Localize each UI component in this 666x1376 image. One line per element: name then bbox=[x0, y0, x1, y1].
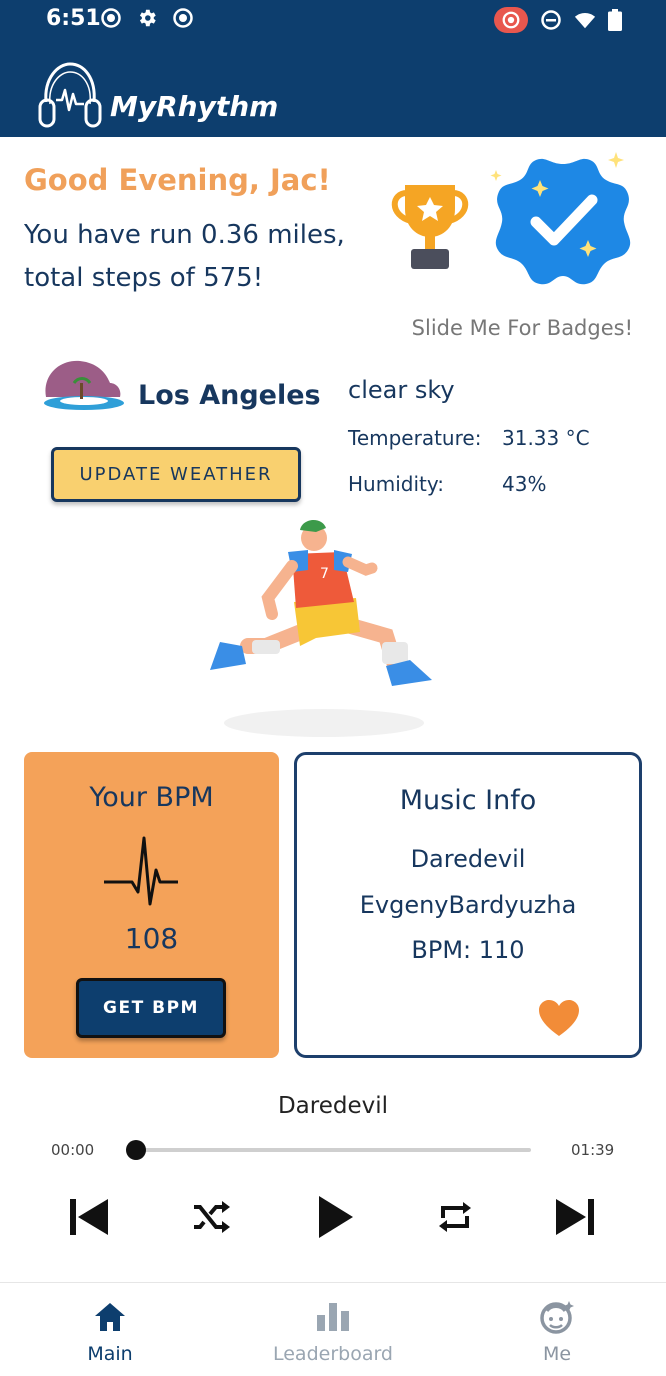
headphones-logo-icon bbox=[38, 62, 102, 128]
do-not-disturb-icon bbox=[541, 10, 561, 30]
gear-icon bbox=[139, 9, 156, 27]
temperature-row: Temperature: 31.33 °C bbox=[348, 426, 590, 450]
nav-item-leaderboard[interactable]: Leaderboard bbox=[253, 1283, 413, 1376]
shuffle-button[interactable] bbox=[188, 1194, 234, 1240]
previous-button[interactable] bbox=[66, 1194, 112, 1240]
run-summary: You have run 0.36 miles, total steps of … bbox=[24, 220, 345, 293]
nav-item-me[interactable]: Me bbox=[477, 1283, 637, 1376]
face-icon bbox=[540, 1301, 574, 1334]
wifi-icon bbox=[574, 12, 596, 29]
play-button[interactable] bbox=[312, 1194, 358, 1240]
music-info-title: Music Info bbox=[399, 785, 537, 816]
app-title: MyRhythm bbox=[110, 90, 279, 123]
temperature-value: 31.33 °C bbox=[502, 426, 590, 450]
humidity-row: Humidity: 43% bbox=[348, 472, 546, 496]
screen-record-icon bbox=[494, 7, 528, 33]
weather-condition: clear sky bbox=[348, 376, 455, 404]
temperature-label: Temperature: bbox=[348, 426, 482, 450]
slide-badges-hint: Slide Me For Badges! bbox=[411, 316, 633, 340]
nav-item-main[interactable]: Main bbox=[30, 1283, 190, 1376]
get-bpm-button[interactable]: GET BPM bbox=[76, 978, 226, 1038]
runner-illustration: 7 bbox=[210, 519, 432, 737]
bar-chart-icon bbox=[317, 1303, 349, 1331]
bottom-nav: Main Leaderboard Me bbox=[0, 1282, 666, 1376]
status-time: 6:51 bbox=[46, 6, 101, 31]
greeting-title: Good Evening, Jac! bbox=[24, 163, 331, 197]
next-button[interactable] bbox=[552, 1194, 598, 1240]
music-song: Daredevil bbox=[410, 845, 526, 873]
home-icon bbox=[95, 1303, 125, 1331]
humidity-label: Humidity: bbox=[348, 472, 444, 496]
shuffle-icon bbox=[194, 1201, 230, 1233]
heart-icon[interactable] bbox=[537, 998, 581, 1038]
seek-thumb[interactable] bbox=[126, 1140, 146, 1160]
music-info-card: Music Info Daredevil EvgenyBardyuzha BPM… bbox=[294, 752, 642, 1058]
update-weather-button[interactable]: UPDATE WEATHER bbox=[51, 447, 301, 502]
now-playing-title: Daredevil bbox=[277, 1093, 389, 1119]
record-icon bbox=[173, 8, 193, 28]
music-artist: EvgenyBardyuzha bbox=[359, 891, 577, 919]
app-header: 6:51 MyRhythm bbox=[0, 0, 666, 137]
status-icons-right bbox=[494, 7, 622, 33]
verified-badge-icon[interactable] bbox=[488, 150, 638, 290]
bpm-title: Your BPM bbox=[89, 782, 214, 813]
skip-next-icon bbox=[556, 1199, 594, 1235]
time-total: 01:39 bbox=[571, 1141, 615, 1159]
nav-label-main: Main bbox=[87, 1343, 133, 1365]
repeat-icon bbox=[439, 1202, 471, 1232]
trophy-icon[interactable] bbox=[385, 175, 475, 275]
battery-icon bbox=[608, 9, 622, 31]
play-icon bbox=[319, 1196, 353, 1238]
island-weather-icon bbox=[44, 360, 124, 410]
bpm-card: Your BPM 108 GET BPM bbox=[24, 752, 279, 1058]
humidity-value: 43% bbox=[502, 472, 547, 496]
heartbeat-icon bbox=[104, 836, 178, 906]
seek-bar[interactable] bbox=[135, 1148, 531, 1152]
record-icon bbox=[101, 8, 121, 28]
repeat-button[interactable] bbox=[432, 1194, 478, 1240]
svg-text:7: 7 bbox=[320, 566, 329, 582]
bpm-value: 108 bbox=[124, 922, 179, 955]
status-icons-left bbox=[100, 7, 194, 29]
time-elapsed: 00:00 bbox=[51, 1141, 95, 1159]
nav-label-leaderboard: Leaderboard bbox=[272, 1343, 393, 1365]
music-bpm: BPM: 110 bbox=[411, 936, 525, 964]
skip-previous-icon bbox=[70, 1199, 108, 1235]
nav-label-me: Me bbox=[542, 1343, 572, 1365]
city-name: Los Angeles bbox=[138, 380, 321, 411]
